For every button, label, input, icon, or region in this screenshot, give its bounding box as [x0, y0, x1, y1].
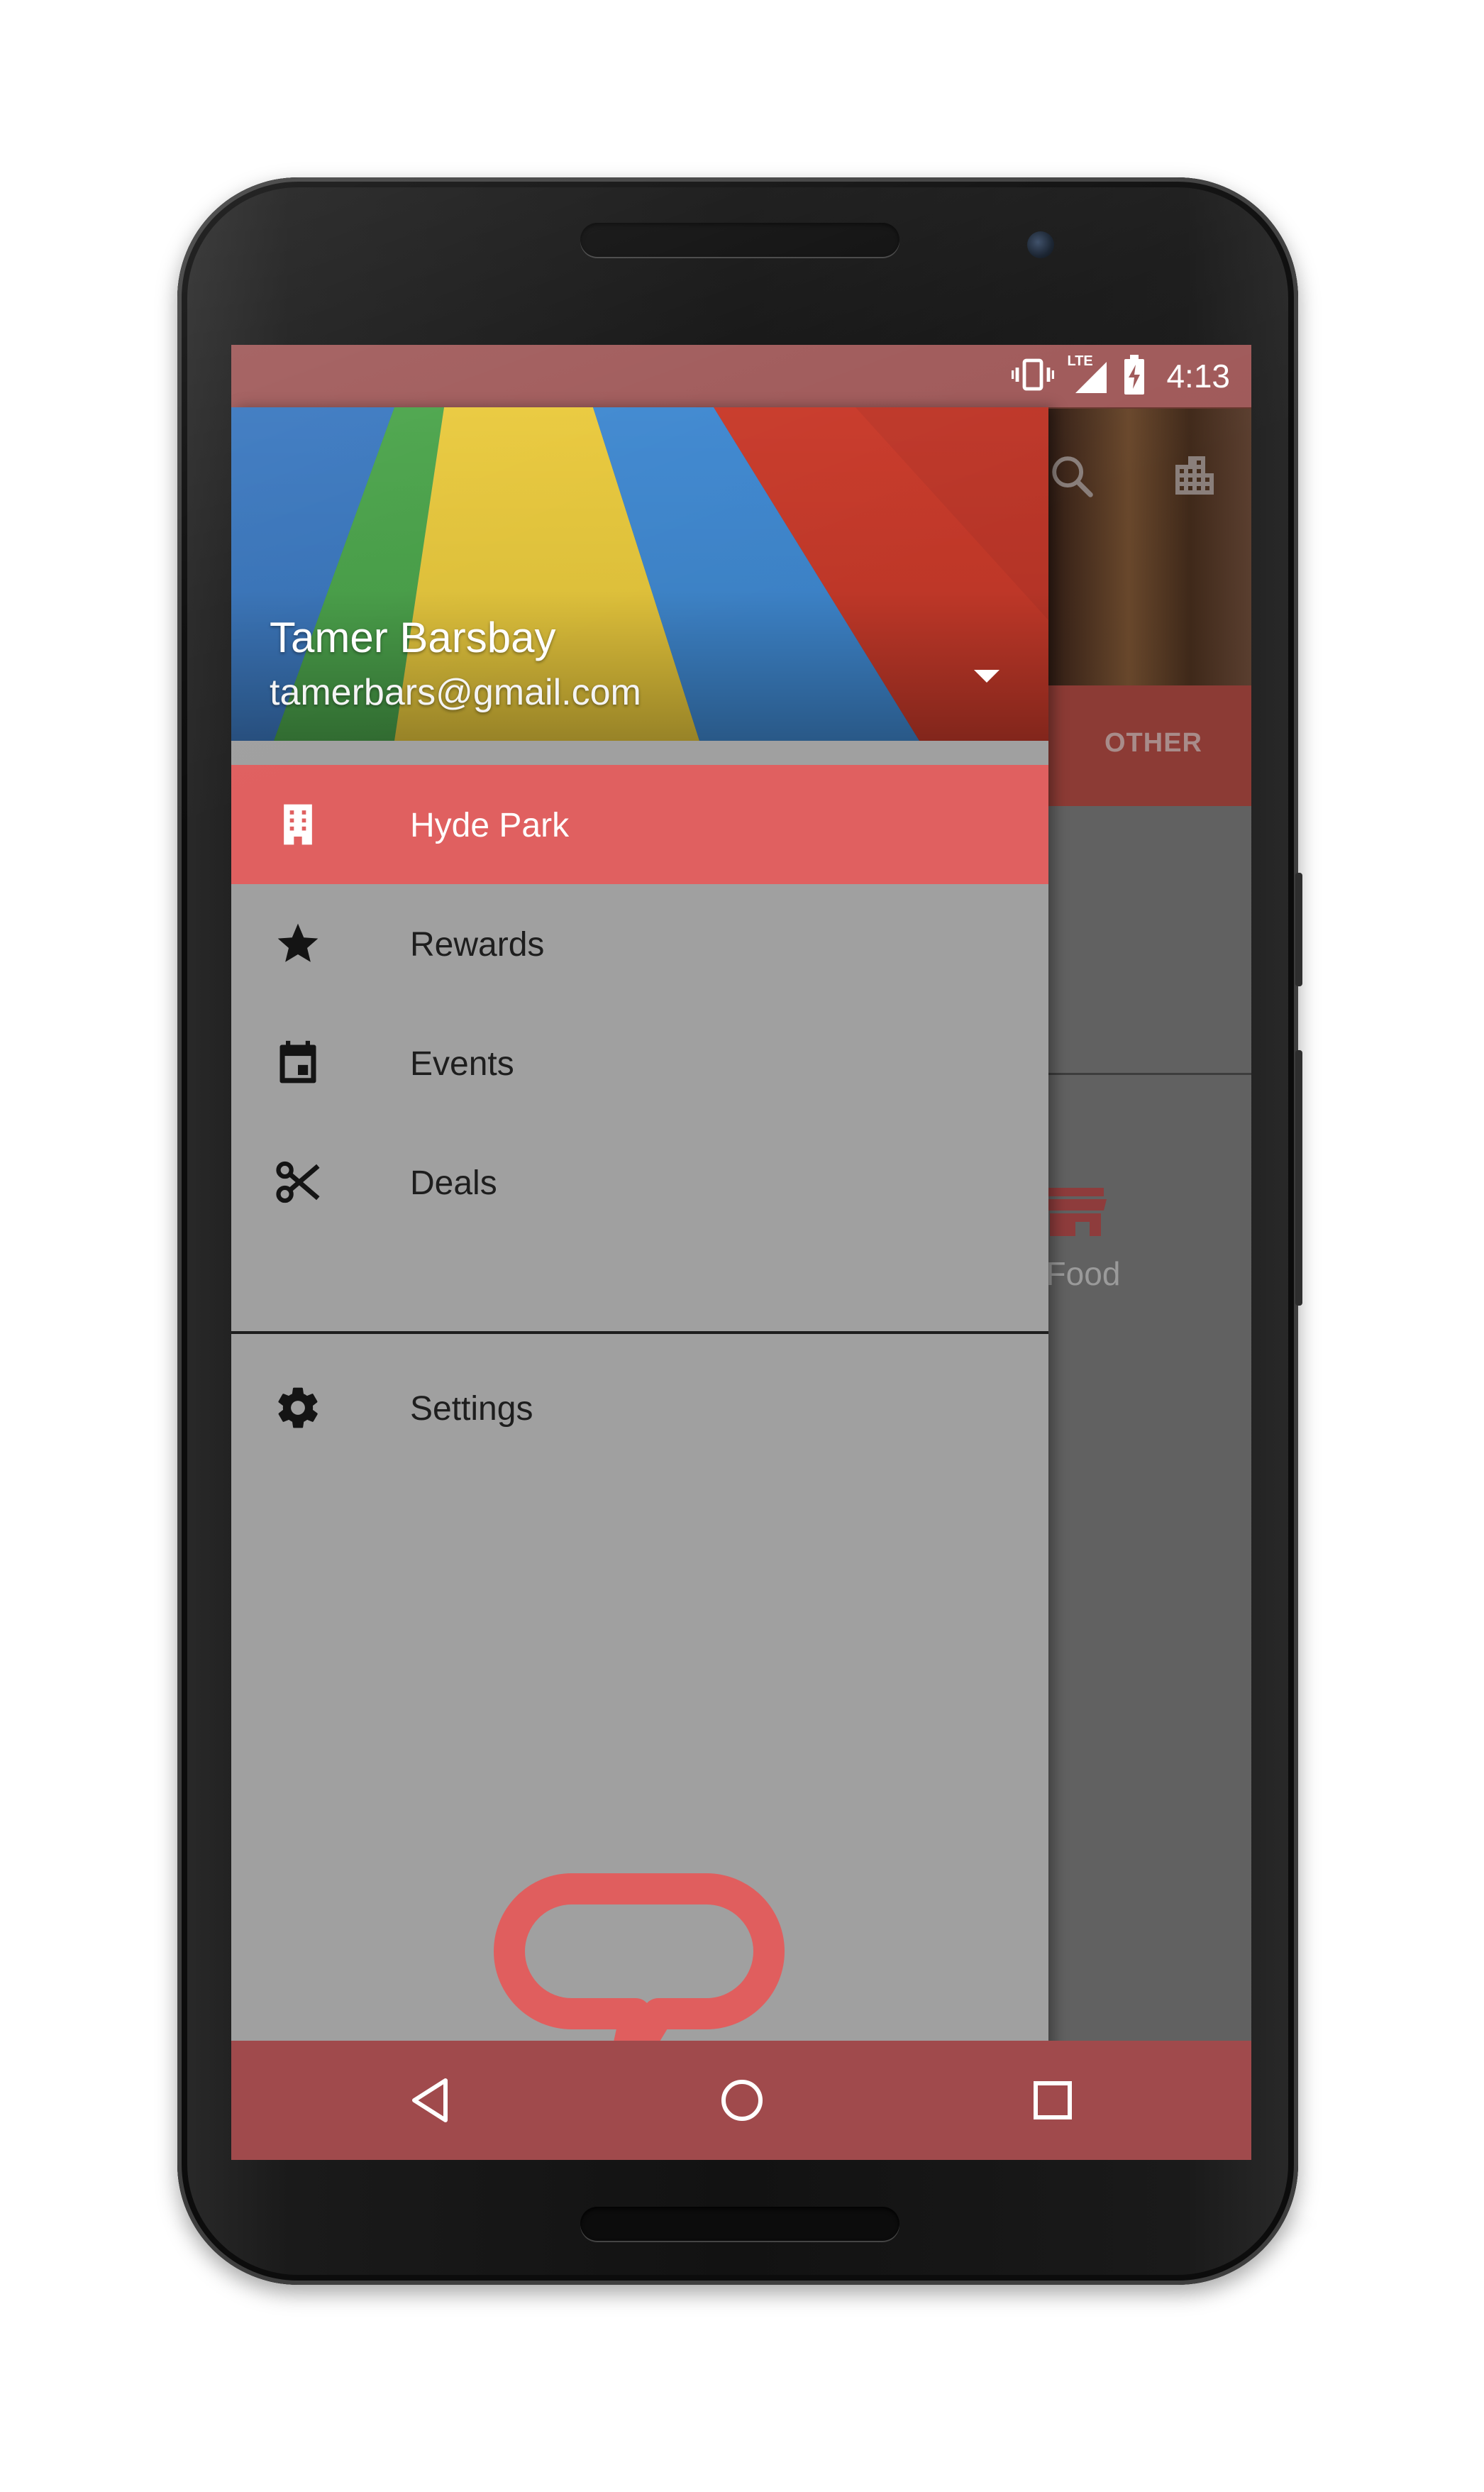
drawer-item-rewards[interactable]: Rewards — [231, 884, 1048, 1003]
user-email: tamerbars@gmail.com — [270, 672, 641, 713]
drawer-item-hyde-park[interactable]: Hyde Park — [231, 765, 1048, 884]
lte-signal-icon: LTE — [1067, 353, 1109, 396]
lte-label: LTE — [1067, 353, 1093, 369]
back-icon[interactable] — [403, 2072, 460, 2129]
volume-button — [1295, 1050, 1302, 1306]
drawer-item-label: Hyde Park — [410, 807, 570, 844]
bottom-speaker — [580, 2207, 899, 2241]
search-icon — [1047, 451, 1097, 505]
drawer-item-label: Settings — [410, 1390, 533, 1428]
vibrate-icon — [1012, 357, 1055, 396]
drawer-item-events[interactable]: Events — [231, 1003, 1048, 1123]
phone-screen: OTHER st Food LTE 4:13 Tamer Barsbay tam… — [231, 345, 1251, 2160]
store-icon — [1040, 1182, 1111, 1242]
drawer-divider — [231, 1331, 1048, 1334]
star-icon — [274, 920, 322, 968]
home-icon[interactable] — [714, 2072, 770, 2129]
tab-other: OTHER — [1104, 728, 1202, 758]
status-bar: LTE 4:13 — [231, 345, 1251, 407]
building-icon — [274, 800, 322, 849]
calendar-icon — [274, 1039, 322, 1087]
gear-icon — [274, 1384, 322, 1432]
scissors-icon — [274, 1158, 322, 1206]
front-camera — [1027, 231, 1054, 258]
drawer-item-settings[interactable]: Settings — [231, 1348, 1048, 1467]
background-header-photo — [1047, 409, 1251, 685]
user-name: Tamer Barsbay — [270, 614, 556, 661]
navigation-drawer: Tamer Barsbay tamerbars@gmail.com Hyde P… — [231, 407, 1048, 2097]
drawer-item-label: Deals — [410, 1164, 497, 1202]
account-dropdown-arrow-icon[interactable] — [965, 663, 1008, 691]
battery-charging-icon — [1122, 354, 1146, 398]
status-clock: 4:13 — [1166, 358, 1230, 395]
power-button — [1295, 873, 1302, 986]
drawer-header: Tamer Barsbay tamerbars@gmail.com — [231, 407, 1048, 741]
recents-icon[interactable] — [1024, 2072, 1081, 2129]
top-speaker — [580, 223, 899, 257]
drawer-item-label: Rewards — [410, 926, 545, 964]
drawer-item-label: Events — [410, 1045, 514, 1083]
drawer-item-deals[interactable]: Deals — [231, 1123, 1048, 1242]
navigation-bar — [231, 2041, 1251, 2160]
building-icon — [1169, 450, 1220, 505]
